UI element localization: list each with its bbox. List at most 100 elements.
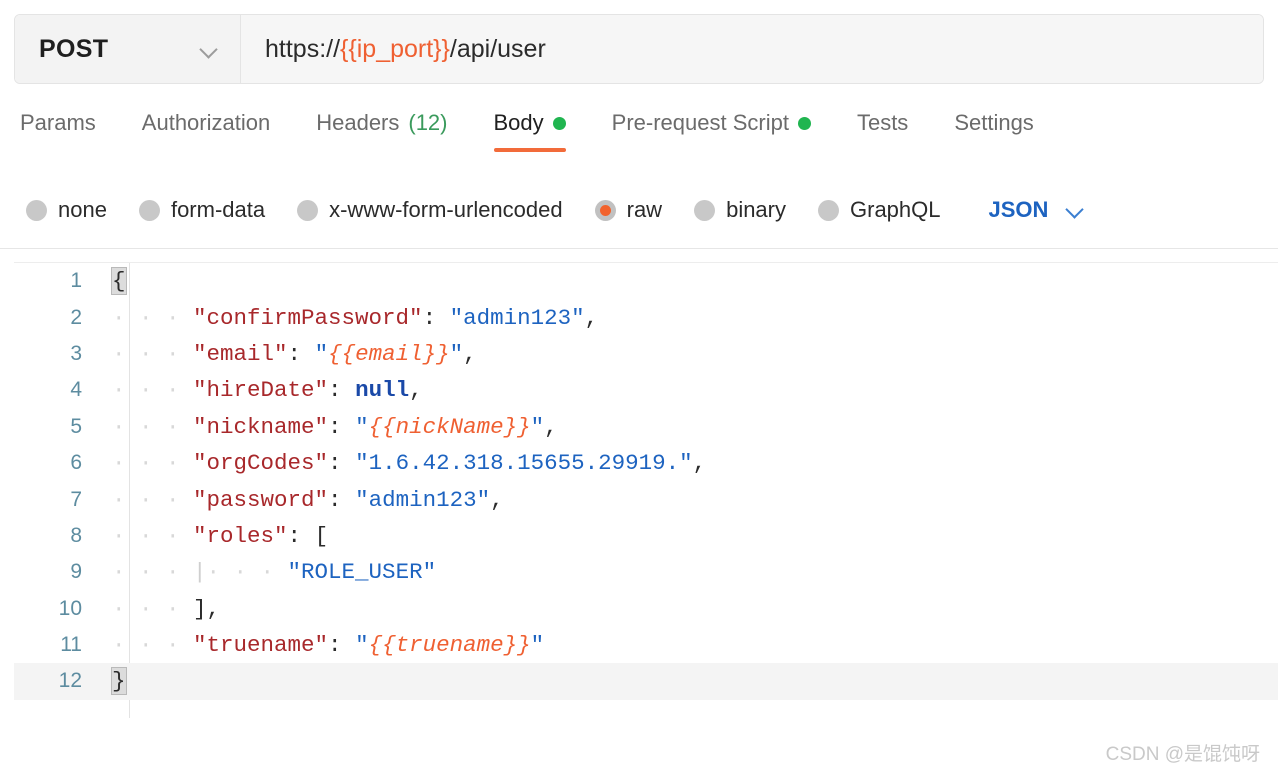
tab-pre-request-script[interactable]: Pre-request Script: [612, 108, 811, 158]
line-number: 11: [60, 633, 82, 657]
chevron-down-icon: [200, 40, 218, 58]
space-dot: [342, 377, 356, 403]
json-value: "admin123": [355, 486, 491, 513]
headers-count-badge: (12): [408, 110, 448, 135]
tab-tests[interactable]: Tests: [857, 108, 908, 158]
line-number: 3: [70, 341, 82, 365]
line-number: 8: [70, 523, 82, 547]
tab-settings[interactable]: Settings: [954, 108, 1034, 158]
quote: ": [355, 632, 369, 659]
json-null-literal: null: [355, 377, 410, 404]
code-content: · · · "nickname": "{{nickName}}",: [104, 414, 1278, 440]
tab-authorization[interactable]: Authorization: [142, 108, 270, 158]
radio-icon[interactable]: [138, 199, 160, 221]
quote: ": [530, 632, 545, 659]
body-type-x-www-form-urlencoded[interactable]: x-www-form-urlencoded: [297, 197, 563, 223]
quote: ": [449, 340, 464, 367]
tab-body[interactable]: Body: [493, 108, 566, 158]
comma: ,: [692, 450, 707, 477]
code-line[interactable]: 2 · · · "confirmPassword": "admin123",: [14, 299, 1278, 335]
code-line[interactable]: 7 · · · "password": "admin123",: [14, 481, 1278, 517]
body-type-binary[interactable]: binary: [694, 197, 786, 223]
radio-icon[interactable]: [297, 199, 319, 221]
json-key: "confirmPassword": [193, 304, 423, 331]
code-line[interactable]: 9 · · · |· · · "ROLE_USER": [14, 554, 1278, 590]
code-line[interactable]: 3 · · · "email": "{{email}}",: [14, 336, 1278, 372]
code-line[interactable]: 5 · · · "nickname": "{{nickName}}",: [14, 409, 1278, 445]
indent-dots: · · ·: [112, 559, 194, 586]
open-brace-token: {: [111, 267, 127, 296]
space-dot: [301, 523, 315, 549]
tab-params[interactable]: Params: [20, 108, 96, 158]
code-line[interactable]: 11 · · · "truename": "{{truename}}": [14, 627, 1278, 663]
line-number: 5: [70, 414, 82, 438]
colon: :: [328, 486, 342, 513]
body-format-select[interactable]: JSON: [989, 197, 1085, 223]
code-line[interactable]: 6 · · · "orgCodes": "1.6.42.318.15655.29…: [14, 445, 1278, 481]
body-type-form-data[interactable]: form-data: [138, 197, 266, 223]
tab-settings-label: Settings: [954, 110, 1034, 135]
http-method-select[interactable]: POST: [15, 15, 241, 83]
space-dot: [301, 341, 315, 367]
indent-dots: · · ·: [112, 632, 194, 659]
line-number: 10: [58, 596, 82, 620]
space-dot: [436, 305, 450, 331]
colon: :: [328, 632, 342, 659]
body-type-none[interactable]: none: [26, 197, 107, 223]
indent-dots: · · ·: [112, 377, 194, 404]
comma: ,: [544, 413, 558, 440]
chevron-down-icon: [1066, 203, 1084, 217]
json-key: "roles": [193, 522, 288, 549]
indent-guide: |: [193, 559, 207, 586]
code-content: {: [104, 267, 1278, 296]
tab-params-label: Params: [20, 110, 96, 135]
code-line[interactable]: 8 · · · "roles": [: [14, 518, 1278, 554]
line-number: 1: [70, 269, 82, 293]
indent-dots: · · ·: [112, 450, 194, 477]
indent-dots: · · ·: [112, 340, 194, 367]
radio-icon[interactable]: [694, 199, 716, 221]
json-key: "email": [193, 340, 288, 367]
indent-dots: · · ·: [112, 486, 194, 513]
json-key: "orgCodes": [193, 450, 329, 477]
body-type-raw[interactable]: raw: [594, 197, 662, 223]
http-method-label: POST: [39, 34, 109, 63]
url-suffix: /api/user: [449, 34, 546, 63]
section-divider: [0, 248, 1278, 249]
json-value: "1.6.42.318.15655.29919.": [355, 450, 693, 477]
comma: ,: [206, 595, 221, 622]
code-content: · · · "password": "admin123",: [104, 487, 1278, 513]
json-key: "hireDate": [193, 377, 329, 404]
code-line[interactable]: 4 · · · "hireDate": null,: [14, 372, 1278, 408]
colon: :: [287, 340, 302, 367]
url-prefix: https://: [265, 34, 341, 63]
json-variable: {{email}}: [328, 340, 450, 367]
green-dot-icon: [797, 116, 811, 130]
watermark: CSDN @是馄饨呀: [1105, 744, 1260, 765]
code-content: · · · "truename": "{{truename}}": [104, 632, 1278, 658]
radio-icon[interactable]: [26, 199, 47, 221]
code-line[interactable]: 10 · · · ],: [14, 591, 1278, 627]
code-content: · · · "email": "{{email}}",: [104, 341, 1278, 367]
body-type-options: none form-data x-www-form-urlencoded raw…: [0, 186, 1278, 234]
line-number: 9: [70, 560, 82, 584]
code-line[interactable]: 1 {: [14, 263, 1278, 299]
line-number: 6: [70, 451, 82, 475]
indent-dots: · · ·: [112, 595, 194, 622]
tab-headers[interactable]: Headers (12): [316, 108, 447, 158]
radio-icon[interactable]: [818, 199, 839, 221]
json-value: "admin123": [449, 304, 585, 331]
colon: :: [287, 522, 302, 549]
body-type-form-data-label: form-data: [170, 197, 266, 222]
request-tabs: Params Authorization Headers (12) Body P…: [0, 108, 1278, 164]
line-number: 7: [70, 487, 82, 511]
radio-icon-selected[interactable]: [594, 199, 616, 221]
url-input[interactable]: https://{{ip_port}}/api/user: [241, 15, 1263, 83]
raw-body-editor[interactable]: 1 { 2 · · · "confirmPassword": "admin123…: [14, 262, 1278, 718]
code-line-active[interactable]: 12 }: [14, 663, 1278, 700]
body-type-graphql[interactable]: GraphQL: [818, 197, 941, 223]
indent-dots: · · ·: [112, 522, 194, 549]
colon: :: [328, 450, 342, 477]
url-variable: {{ip_port}}: [340, 34, 450, 63]
tab-tests-label: Tests: [856, 110, 909, 135]
